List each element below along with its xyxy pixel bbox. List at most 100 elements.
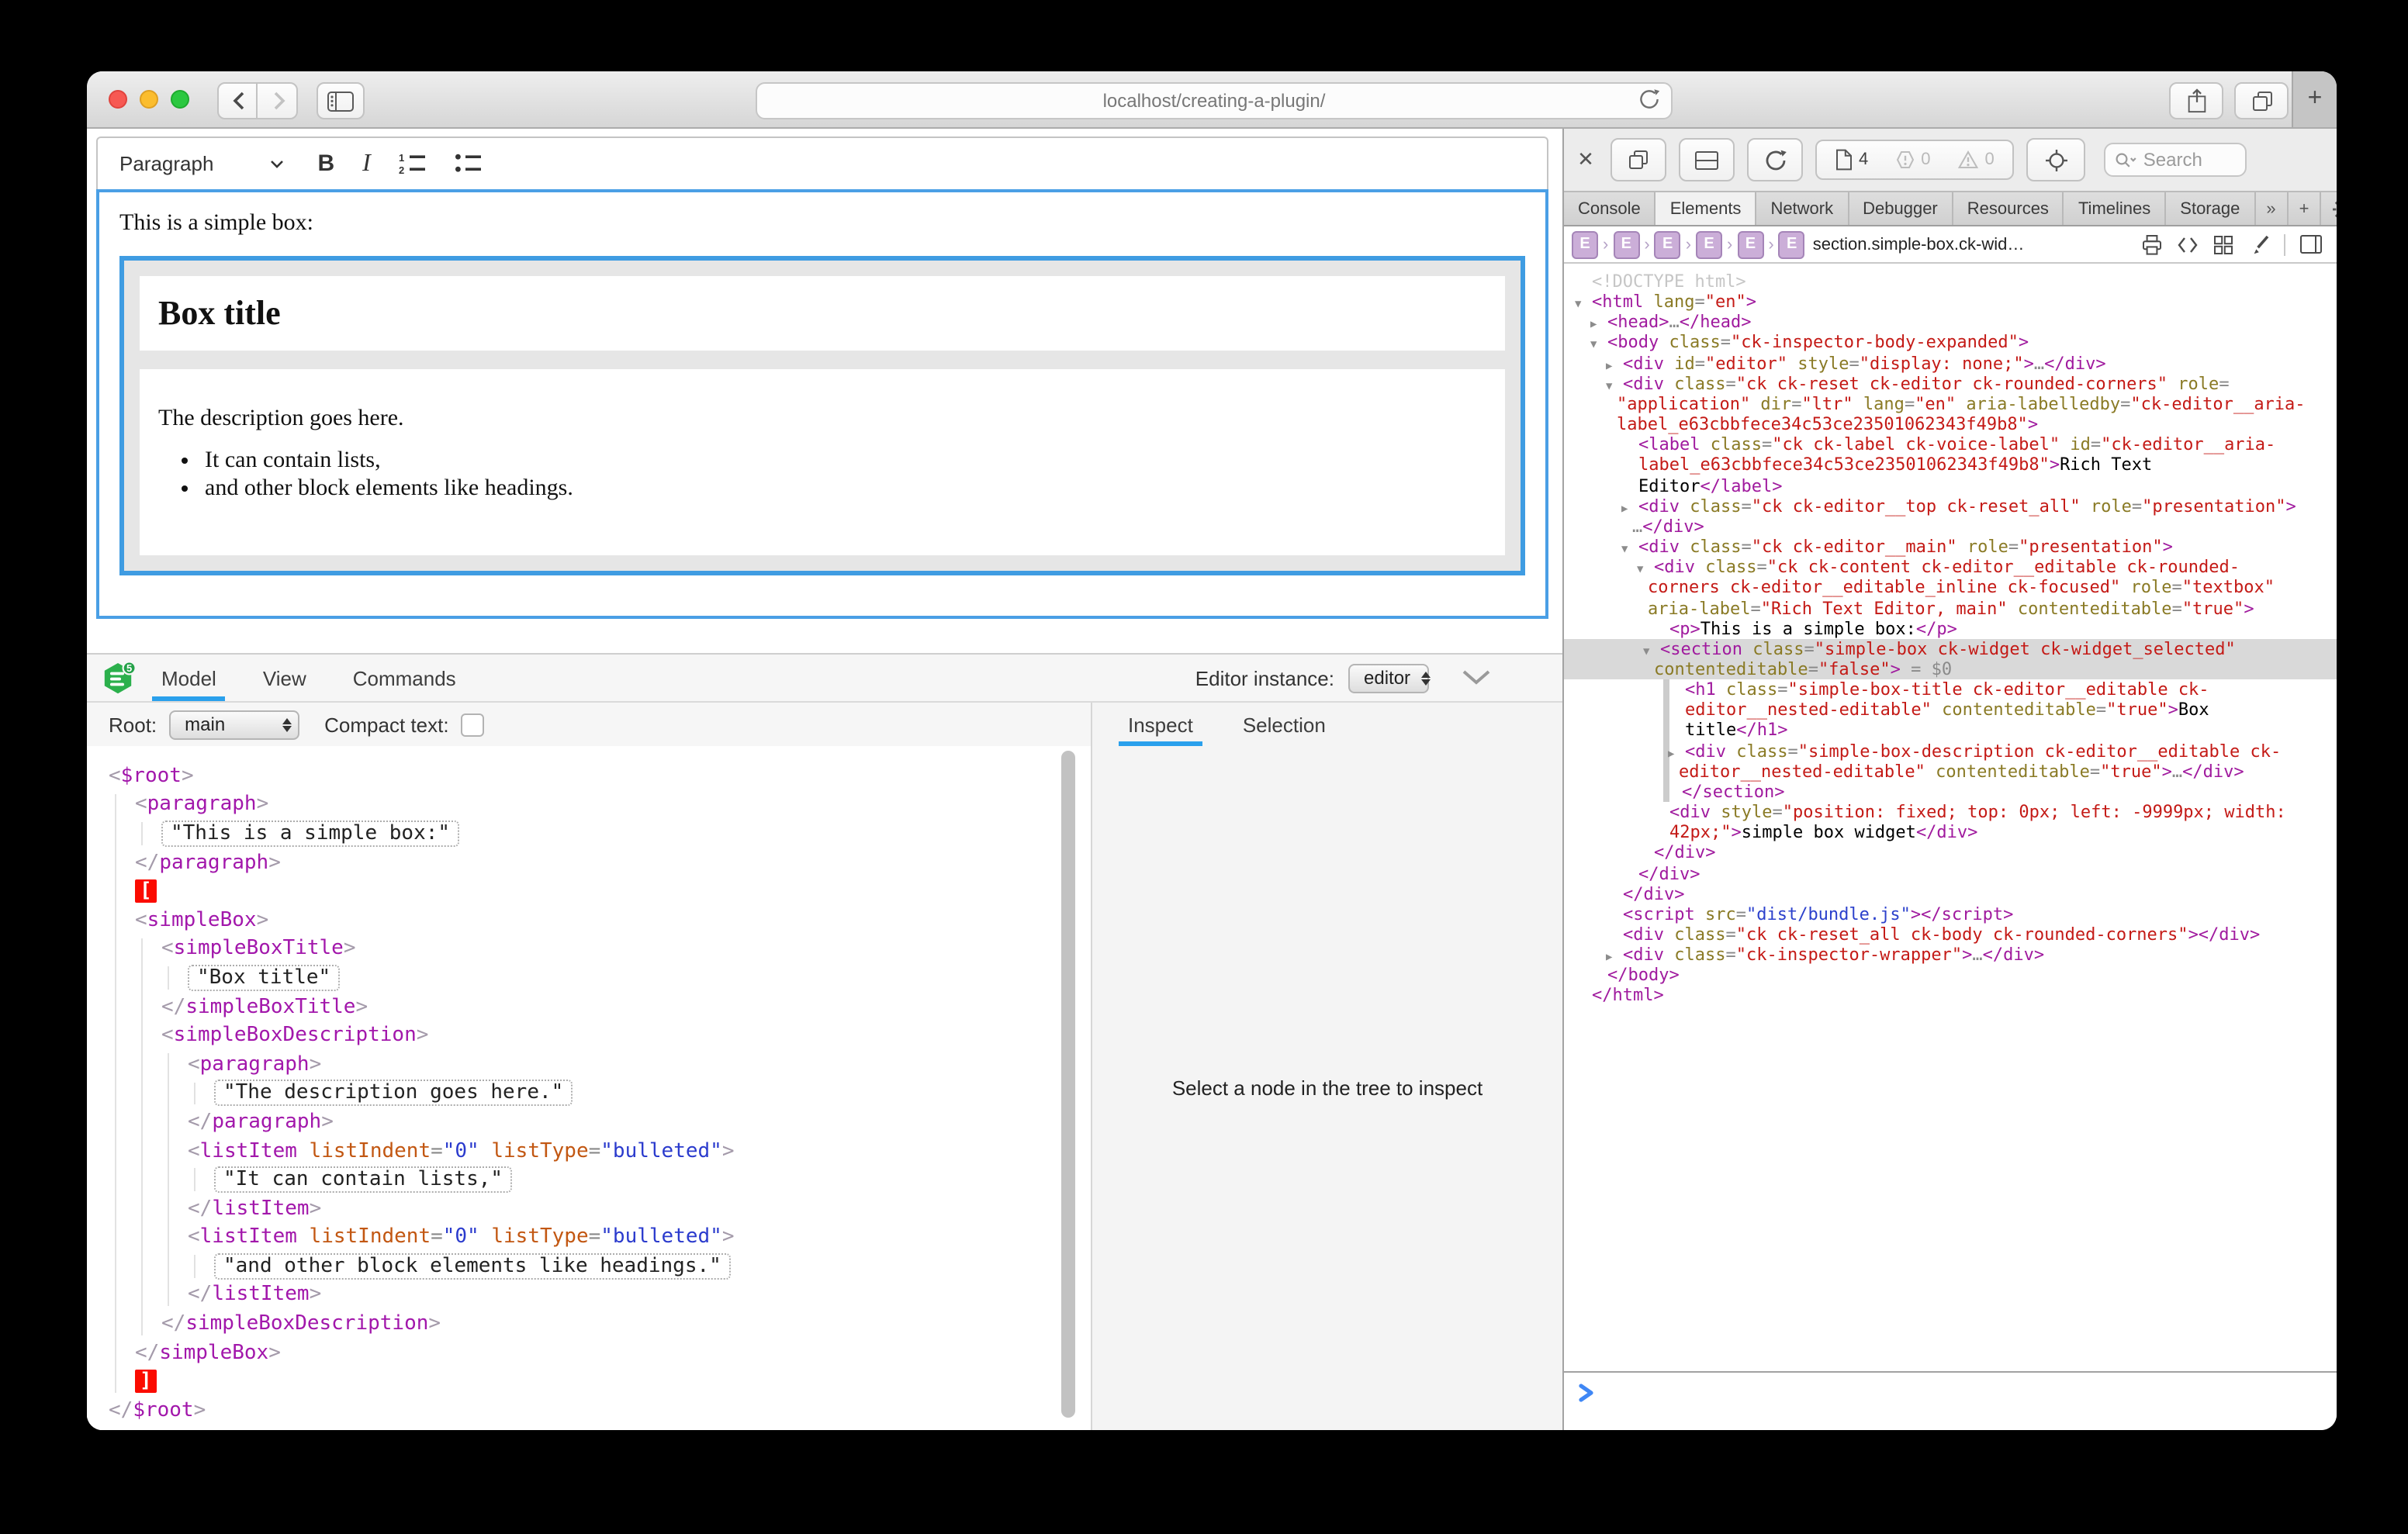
breadcrumb-current[interactable]: section.simple-box.ck-wid… <box>1813 235 2025 254</box>
print-icon[interactable] <box>2141 233 2163 255</box>
italic-button[interactable]: I <box>362 150 371 178</box>
inspector-tab-model[interactable]: Model <box>157 655 221 701</box>
model-tree-row[interactable]: <paragraph> <box>87 1050 1091 1079</box>
model-tree-row[interactable]: "The description goes here." <box>87 1079 1091 1107</box>
model-tree-row[interactable]: <$root> <box>87 762 1091 790</box>
model-tree-row[interactable]: </simpleBoxDescription> <box>87 1310 1091 1339</box>
dom-tree-row[interactable]: <p>This is a simple box:</p> <box>1564 618 2337 638</box>
devtools-tab-network[interactable]: Network <box>1756 192 1849 225</box>
dom-tree-row[interactable]: …</div> <box>1564 517 2337 537</box>
dom-tree-row[interactable]: corners ck-editor__editable_inline ck-fo… <box>1564 578 2337 598</box>
bold-button[interactable]: B <box>317 150 334 177</box>
dom-tree-row[interactable]: ▼<section class="simple-box ck-widget ck… <box>1564 639 2337 659</box>
element-badge[interactable]: E <box>1696 230 1722 258</box>
simple-box-widget[interactable]: Box title The description goes here. It … <box>119 256 1525 575</box>
dom-tree-row[interactable]: ▶<div class="ck ck-editor__top ck-reset_… <box>1564 496 2337 516</box>
inspector-tab-commands[interactable]: Commands <box>348 655 461 701</box>
quick-console[interactable] <box>1564 1371 2337 1430</box>
simple-box-description[interactable]: The description goes here. It can contai… <box>140 369 1505 555</box>
dom-tree-row[interactable]: ▼<div class="ck ck-reset ck-editor ck-ro… <box>1564 374 2337 394</box>
paragraph-style-dropdown[interactable]: Paragraph <box>119 152 283 175</box>
numbered-list-button[interactable]: 12 <box>399 152 427 175</box>
element-badge[interactable]: E <box>1737 230 1763 258</box>
dom-tree-row[interactable]: <label class="ck ck-label ck-voice-label… <box>1564 435 2337 455</box>
dom-tree-row[interactable]: ▶<div id="editor" style="display: none;"… <box>1564 353 2337 373</box>
dom-tree-row[interactable]: ▼<body class="ck-inspector-body-expanded… <box>1564 333 2337 353</box>
tab-overview-button[interactable] <box>2234 82 2289 119</box>
details-sidebar-icon[interactable] <box>2299 234 2323 254</box>
element-badge[interactable]: E <box>1572 230 1598 258</box>
devtools-tab-elements[interactable]: Elements <box>1656 192 1757 225</box>
dom-tree-row[interactable]: <div style="position: fixed; top: 0px; l… <box>1564 802 2337 822</box>
devtools-tab-debugger[interactable]: Debugger <box>1849 192 1953 225</box>
forward-button[interactable] <box>256 82 298 119</box>
sidebar-toggle-button[interactable] <box>317 82 365 119</box>
simple-box-title[interactable]: Box title <box>140 276 1505 351</box>
model-tree-row[interactable]: </simpleBox> <box>87 1339 1091 1367</box>
dom-tree-row[interactable]: editor__nested-editable" contenteditable… <box>1564 762 2337 782</box>
model-tree-row[interactable]: </simpleBoxTitle> <box>87 993 1091 1021</box>
dom-tree-row[interactable]: </div> <box>1564 863 2337 883</box>
dom-tree-row[interactable]: </body> <box>1564 966 2337 986</box>
zoom-window-button[interactable] <box>171 90 189 109</box>
dom-tree-row[interactable]: ▶<div class="simple-box-description ck-e… <box>1564 741 2337 761</box>
model-tree-row[interactable]: <simpleBoxDescription> <box>87 1021 1091 1050</box>
dom-tree-row[interactable]: label_e63cbbfece34c53ce23501062343f49b8"… <box>1564 414 2337 434</box>
minimize-window-button[interactable] <box>140 90 158 109</box>
model-tree-row[interactable]: [ <box>87 877 1091 906</box>
devtools-tab-resources[interactable]: Resources <box>1953 192 2064 225</box>
dom-tree-row[interactable]: </html> <box>1564 986 2337 1006</box>
model-tree-row[interactable]: <listItem listIndent="0" listType="bulle… <box>87 1136 1091 1165</box>
close-window-button[interactable] <box>109 90 127 109</box>
add-tab-icon[interactable]: + <box>2289 192 2322 225</box>
devtools-tab-storage[interactable]: Storage <box>2166 192 2255 225</box>
dom-tree-row[interactable]: editor__nested-editable" contenteditable… <box>1564 700 2337 720</box>
close-devtools-button[interactable]: ✕ <box>1573 147 1598 172</box>
devtools-search-input[interactable]: Search <box>2105 143 2247 177</box>
bullet-item[interactable]: It can contain lists, <box>205 447 1505 475</box>
address-bar[interactable]: localhost/creating-a-plugin/ <box>756 82 1673 119</box>
model-tree-row[interactable]: </listItem> <box>87 1194 1091 1223</box>
dom-tree-row[interactable]: title</h1> <box>1564 720 2337 741</box>
collapse-inspector-icon[interactable] <box>1462 670 1491 686</box>
new-tab-button[interactable]: + <box>2292 71 2337 127</box>
inspect-tab-inspect[interactable]: Inspect <box>1123 703 1198 746</box>
share-button[interactable] <box>2169 82 2223 119</box>
element-picker-button[interactable] <box>2027 138 2086 181</box>
element-badge[interactable]: E <box>1613 230 1639 258</box>
model-tree-row[interactable]: "and other block elements like headings.… <box>87 1252 1091 1280</box>
inspector-tab-view[interactable]: View <box>258 655 311 701</box>
editor-instance-select[interactable]: editor <box>1348 663 1429 693</box>
model-tree-row[interactable]: </listItem> <box>87 1280 1091 1309</box>
dom-tree-row[interactable]: ▶<head>…</head> <box>1564 313 2337 333</box>
editor-paragraph[interactable]: This is a simple box: <box>119 211 1545 237</box>
dock-side-button[interactable] <box>1611 138 1666 181</box>
model-tree-scrollbar[interactable] <box>1061 751 1075 1418</box>
root-select[interactable]: main <box>169 710 299 739</box>
dom-tree-row[interactable]: </div> <box>1564 883 2337 903</box>
dom-tree-row[interactable]: ▼<html lang="en"> <box>1564 292 2337 312</box>
model-tree-row[interactable]: ] <box>87 1367 1091 1396</box>
model-tree-row[interactable]: </$root> <box>87 1396 1091 1425</box>
reload-icon[interactable] <box>1638 88 1660 110</box>
dom-tree-row[interactable]: <div class="ck ck-reset_all ck-body ck-r… <box>1564 924 2337 945</box>
model-tree-row[interactable]: </paragraph> <box>87 1107 1091 1136</box>
dom-tree-row[interactable]: <!DOCTYPE html> <box>1564 271 2337 292</box>
element-badge[interactable]: E <box>1655 230 1681 258</box>
model-tree-row[interactable]: <listItem listIndent="0" listType="bulle… <box>87 1223 1091 1252</box>
dom-tree-row[interactable]: ▶<div class="ck-inspector-wrapper">…</di… <box>1564 945 2337 965</box>
dom-tree-row[interactable]: contenteditable="false"> = $0 <box>1564 659 2337 679</box>
dom-tree-row[interactable]: <h1 class="simple-box-title ck-editor__e… <box>1564 679 2337 700</box>
settings-gear-icon[interactable] <box>2321 192 2337 225</box>
dock-bottom-button[interactable] <box>1679 138 1735 181</box>
model-tree-row[interactable]: "This is a simple box:" <box>87 819 1091 848</box>
inspect-tab-selection[interactable]: Selection <box>1238 703 1330 746</box>
editor-editable-area[interactable]: This is a simple box: Box title The desc… <box>96 189 1548 619</box>
grid-icon[interactable] <box>2213 233 2234 255</box>
compact-text-checkbox[interactable] <box>462 713 485 736</box>
paintbrush-icon[interactable] <box>2248 233 2270 255</box>
model-tree-row[interactable]: </paragraph> <box>87 848 1091 877</box>
resource-summary[interactable]: 4 0 0 <box>1815 140 2015 180</box>
dom-tree-row[interactable]: </div> <box>1564 843 2337 863</box>
dom-tree-row[interactable]: ▼<div class="ck ck-content ck-editor__ed… <box>1564 557 2337 577</box>
